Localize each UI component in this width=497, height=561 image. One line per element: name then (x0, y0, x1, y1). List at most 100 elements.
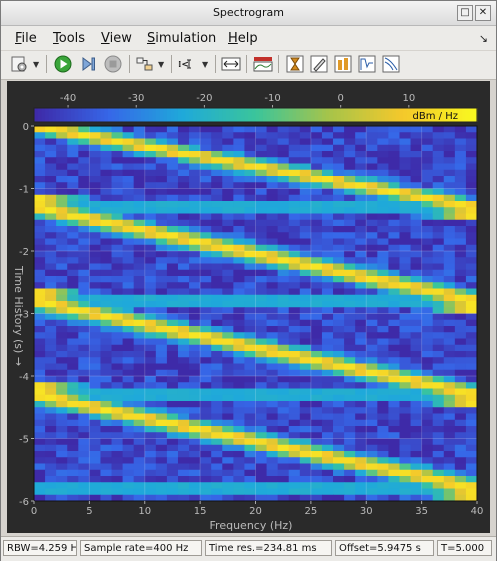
menu-view[interactable]: View (101, 31, 132, 46)
heatmap-cell (56, 394, 68, 402)
step-forward-icon[interactable] (78, 54, 98, 74)
colorbar-tick-label: -20 (196, 93, 212, 104)
heatmap-cell (177, 457, 190, 464)
heatmap-cell (155, 394, 168, 402)
heatmap-cell (155, 376, 168, 383)
toolbar-separator (171, 55, 172, 73)
heatmap-cell (244, 257, 256, 264)
heatmap-cell (377, 469, 389, 477)
heatmap-cell (288, 307, 301, 314)
heatmap-cell (67, 444, 79, 452)
heatmap-cell (377, 463, 389, 471)
heatmap-cell (255, 263, 268, 271)
heatmap-cell (333, 469, 345, 477)
heatmap-cell (310, 163, 323, 171)
spectrogram-legend-icon[interactable] (253, 54, 273, 74)
heatmap-cell (333, 232, 345, 239)
heatmap-cell (166, 457, 179, 464)
highlight-signal-icon[interactable]: ⁞< (177, 54, 197, 74)
settings-icon[interactable] (9, 54, 29, 74)
heatmap-cell (211, 157, 223, 164)
menu-simulation[interactable]: Simulation (147, 31, 216, 46)
colorbar-swatch (296, 108, 301, 122)
heatmap-cell (465, 138, 478, 146)
heatmap-cell (288, 144, 301, 152)
undock-icon[interactable]: ↘ (479, 32, 488, 45)
heatmap-cell (344, 363, 356, 371)
heatmap-cell (377, 138, 389, 146)
heatmap-cell (222, 307, 234, 314)
maximize-button[interactable]: □ (457, 5, 473, 21)
heatmap-cell (255, 351, 268, 358)
heatmap-cell (421, 238, 434, 246)
heatmap-cell (189, 301, 201, 308)
heatmap-cell (277, 151, 290, 158)
channel-measurements-icon[interactable] (309, 54, 329, 74)
menu-help[interactable]: Help (228, 31, 258, 46)
highlight-dropdown-icon[interactable]: ▼ (202, 60, 208, 69)
heatmap-cell (211, 476, 223, 483)
run-icon[interactable] (53, 54, 73, 74)
heatmap-cell (299, 194, 312, 202)
heatmap-cell (189, 419, 201, 427)
heatmap-cell (111, 338, 124, 346)
menu-tools[interactable]: Tools (53, 31, 85, 46)
heatmap-cell (421, 263, 434, 271)
heatmap-cell (299, 219, 312, 227)
heatmap-cell (122, 357, 135, 364)
heatmap-cell (222, 382, 234, 389)
heatmap-cell (177, 232, 190, 239)
spectrogram-chart[interactable]: -40 -30 -20 -10 0 10 dBm / Hz 0 5 10 15 20 25 30 35 4… (7, 81, 490, 533)
zoom-x-icon[interactable] (221, 54, 241, 74)
heatmap-cell (344, 332, 356, 339)
heatmap-cell (288, 244, 301, 252)
heatmap-cell (410, 276, 423, 283)
heatmap-cell (189, 219, 201, 227)
heatmap-cell (56, 494, 68, 502)
heatmap-cell (410, 307, 423, 314)
heatmap-cell (100, 263, 113, 271)
colorbar-swatch (299, 108, 305, 122)
heatmap-cell (333, 394, 345, 402)
heatmap-cell (177, 382, 190, 389)
heatmap-cell (200, 357, 212, 364)
heatmap-cell (266, 226, 279, 233)
heatmap-cell (421, 151, 434, 158)
heatmap-cell (377, 232, 389, 239)
heatmap-cell (166, 444, 179, 452)
heatmap-cell (355, 157, 367, 164)
close-button[interactable]: ✕ (475, 5, 491, 21)
menu-file[interactable]: File (15, 31, 37, 46)
heatmap-cell (244, 476, 256, 483)
stop-icon[interactable] (103, 54, 123, 74)
heatmap-cell (432, 363, 445, 371)
peak-finder-icon[interactable] (333, 54, 353, 74)
settings-dropdown-icon[interactable]: ▼ (33, 60, 39, 69)
heatmap-cell (443, 251, 456, 258)
heatmap-cell (310, 232, 323, 239)
signal-dropdown-icon[interactable]: ▼ (158, 60, 164, 69)
heatmap-cell (189, 194, 201, 202)
signal-select-icon[interactable] (135, 54, 155, 74)
heatmap-cell (399, 269, 412, 277)
colorbar-swatch (244, 108, 249, 122)
heatmap-cell (177, 169, 190, 177)
heatmap-cell (465, 463, 478, 471)
heatmap-cell (200, 151, 212, 158)
spectral-mask-icon[interactable] (357, 54, 377, 74)
distortion-icon[interactable] (381, 54, 401, 74)
heatmap-cell (321, 194, 334, 202)
heatmap-cell (321, 276, 334, 283)
heatmap-cell (34, 163, 46, 171)
cursor-measurements-icon[interactable] (285, 54, 305, 74)
heatmap-cell (78, 213, 90, 221)
heatmap-cell (222, 288, 234, 296)
heatmap-cell (122, 163, 135, 171)
heatmap-cell (67, 163, 79, 171)
heatmap-cell (78, 413, 90, 421)
heatmap-cell (211, 169, 223, 177)
heatmap-cell (34, 232, 46, 239)
heatmap-cell (200, 169, 212, 177)
heatmap-cell (166, 157, 179, 164)
heatmap-cell (310, 319, 323, 327)
